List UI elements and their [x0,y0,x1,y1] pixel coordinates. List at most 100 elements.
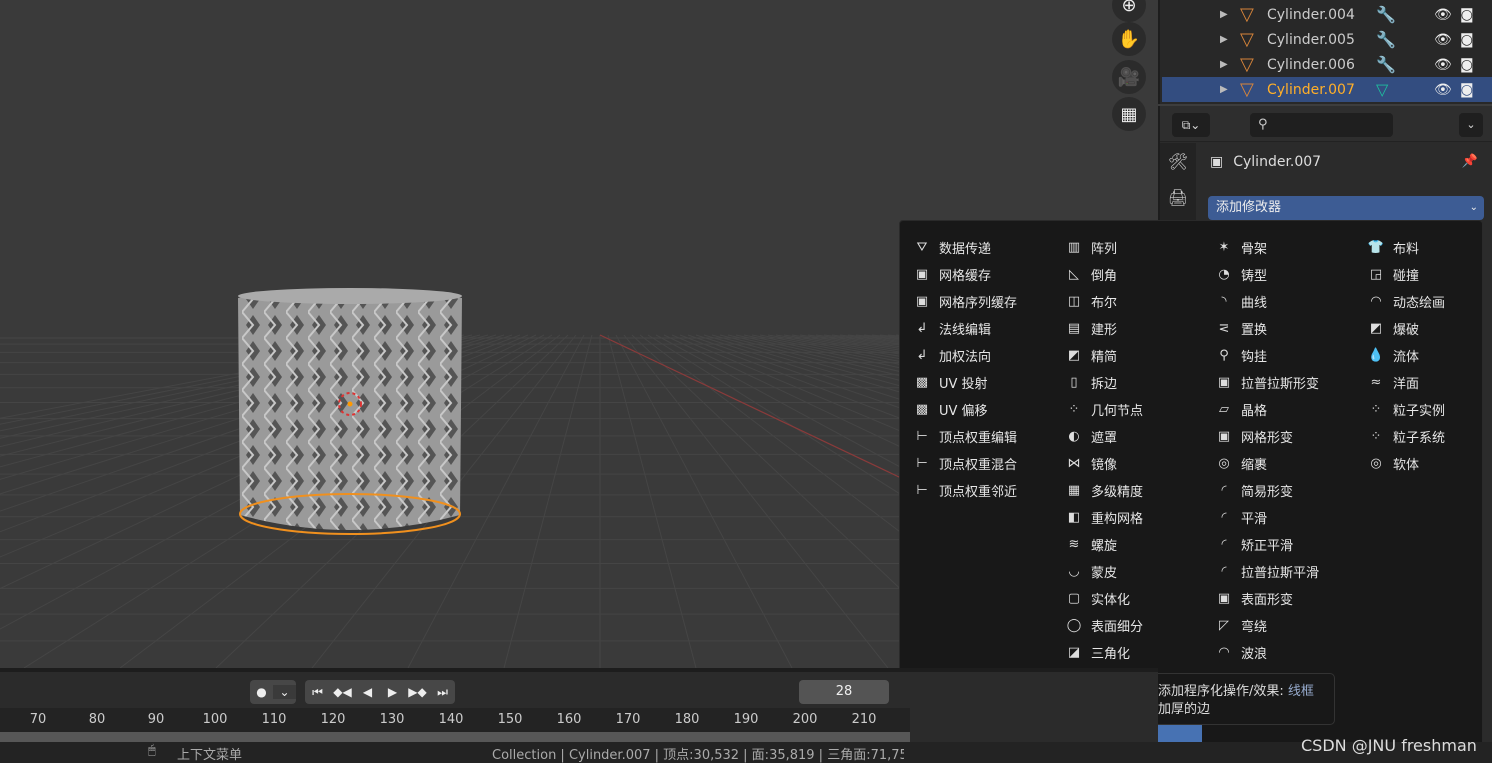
menu-item[interactable]: ▣ 网格序列缓存 [909,288,1017,315]
menu-item[interactable]: ⊢ 顶点权重邻近 [909,477,1017,504]
menu-item[interactable]: ▦ 多级精度 [1061,477,1202,504]
menu-item[interactable]: ◲ 碰撞 [1363,261,1445,288]
menu-item[interactable]: ⚲ 钩挂 [1211,342,1319,369]
menu-item[interactable]: ↲ 法线编辑 [909,315,1017,342]
menu-item[interactable]: ▣ 网格缓存 [909,261,1017,288]
modifier-icon: ◎ [1370,456,1382,471]
eye-icon[interactable]: 👁 [1434,57,1452,73]
menu-item[interactable]: ◔ 铸型 [1211,261,1319,288]
modifier-icon: ▦ [1067,483,1081,498]
menu-item[interactable]: ◜ 拉普拉斯平滑 [1211,558,1319,585]
menu-item[interactable]: ▩ UV 投射 [909,369,1017,396]
menu-item[interactable]: ◎ 软体 [1363,450,1445,477]
modifier-icon: ⋈ [1067,456,1081,471]
menu-item[interactable]: ◯ 表面细分 [1061,612,1202,639]
render-tab-icon[interactable]: 🖨 [1160,179,1196,215]
menu-item[interactable]: ▣ 拉普拉斯形变 [1211,369,1319,396]
prev-keyframe-icon[interactable]: ◆◀ [330,685,355,699]
menu-item[interactable]: ≈ 洋面 [1363,369,1445,396]
editor-type-button[interactable]: ⧉⌄ [1172,113,1210,137]
wrench-icon[interactable]: 🔧 [1376,30,1396,49]
menu-item[interactable]: ◜ 平滑 [1211,504,1319,531]
next-keyframe-icon[interactable]: ▶◆ [405,685,430,699]
menu-item[interactable]: ⛛ 数据传递 [909,234,1017,261]
menu-item[interactable]: ≋ 螺旋 [1061,531,1202,558]
menu-item[interactable]: ◡ 蒙皮 [1061,558,1202,585]
menu-item[interactable]: ▱ 晶格 [1211,396,1319,423]
menu-item[interactable]: ◧ 重构网格 [1061,504,1202,531]
menu-item[interactable]: ◺ 倒角 [1061,261,1202,288]
menu-item[interactable]: ◸ 弯绕 [1211,612,1319,639]
menu-item[interactable]: ◪ 三角化 [1061,639,1202,666]
menu-item[interactable]: ↲ 加权法向 [909,342,1017,369]
camera-render-icon[interactable]: ◙ [1460,82,1474,98]
grid-ortho-icon[interactable]: ▦ [1112,97,1146,131]
menu-item[interactable]: ◫ 布尔 [1061,288,1202,315]
modifier-icon: ⚲ [1219,348,1229,363]
status-hint: 上下文菜单 [177,748,243,763]
play-reverse-icon[interactable]: ◀ [355,685,380,699]
tool-tab-icon[interactable]: 🛠 [1160,143,1196,179]
menu-item[interactable]: ▥ 阵列 [1061,234,1202,261]
current-frame-field[interactable]: 28 [799,680,889,704]
camera-icon[interactable]: 🎥 [1112,60,1146,94]
jump-start-icon[interactable]: ⏮ [305,685,330,700]
menu-item[interactable]: ⋜ 置换 [1211,315,1319,342]
pin-icon[interactable]: 📌 [1462,154,1478,169]
status-bar: 🖱 上下文菜单 Collection | Cylinder.007 | 顶点:3… [0,742,1492,763]
outliner-row[interactable]: ▶ ▽ Cylinder.004 🔧 👁 ◙ [1162,2,1492,27]
menu-item[interactable]: ◩ 爆破 [1363,315,1445,342]
chevron-down-icon: ⌄ [1469,202,1478,213]
menu-item[interactable]: ⊢ 顶点权重混合 [909,450,1017,477]
menu-item[interactable]: ◜ 简易形变 [1211,477,1319,504]
menu-item[interactable]: ◝ 曲线 [1211,288,1319,315]
menu-item[interactable]: ⁘ 几何节点 [1061,396,1202,423]
wrench-icon[interactable]: 🔧 [1376,55,1396,74]
modifier-icon: ⊢ [916,483,928,498]
chevron-down-icon[interactable]: ⌄ [1459,113,1483,137]
menu-item[interactable]: ⁘ 粒子实例 [1363,396,1445,423]
menu-item[interactable]: ◠ 动态绘画 [1363,288,1445,315]
eye-icon[interactable]: 👁 [1434,82,1452,98]
jump-end-icon[interactable]: ⏭ [430,685,455,700]
mesh-data-icon[interactable]: ▽ [1376,80,1388,99]
menu-item[interactable]: 💧 流体 [1363,342,1445,369]
menu-item[interactable]: ▢ 实体化 [1061,585,1202,612]
menu-item[interactable]: ✶ 骨架 [1211,234,1319,261]
cylinder-object [238,288,462,535]
frame-tick-label: 170 [615,712,641,727]
outliner-row[interactable]: ▶ ▽ Cylinder.006 🔧 👁 ◙ [1162,52,1492,77]
camera-render-icon[interactable]: ◙ [1460,7,1474,23]
hand-pan-icon[interactable]: ✋ [1112,22,1146,56]
menu-item[interactable]: ◎ 缩裹 [1211,450,1319,477]
menu-item[interactable]: ▣ 表面形变 [1211,585,1319,612]
outliner-row-selected[interactable]: ▶ ▽ Cylinder.007 ▽ 👁 ◙ [1162,77,1492,102]
menu-item[interactable]: ◐ 遮罩 [1061,423,1202,450]
wrench-icon[interactable]: 🔧 [1376,5,1396,24]
frame-tick-label: 130 [379,712,405,727]
frame-tick-label: 110 [261,712,287,727]
menu-item[interactable]: ◠ 波浪 [1211,639,1319,666]
outliner-row[interactable]: ▶ ▽ Cylinder.005 🔧 👁 ◙ [1162,27,1492,52]
menu-item[interactable]: ◜ 矫正平滑 [1211,531,1319,558]
camera-render-icon[interactable]: ◙ [1460,32,1474,48]
timeline-ruler[interactable]: 70 80 90 100 110 120 130 140 150 160 170 180 190 200 2… [0,708,910,732]
eye-icon[interactable]: 👁 [1434,7,1452,23]
menu-item[interactable]: ▩ UV 偏移 [909,396,1017,423]
eye-icon[interactable]: 👁 [1434,32,1452,48]
menu-item[interactable]: ⊢ 顶点权重编辑 [909,423,1017,450]
search-input[interactable]: ⚲ [1250,113,1393,137]
frame-tick-label: 70 [29,712,47,727]
menu-item[interactable]: ⋈ 镜像 [1061,450,1202,477]
menu-item[interactable]: ▯ 拆边 [1061,369,1202,396]
keying-button[interactable]: ● ⌄ [250,680,296,704]
menu-item[interactable]: ◩ 精简 [1061,342,1202,369]
menu-item[interactable]: ▤ 建形 [1061,315,1202,342]
menu-item[interactable]: ▣ 网格形变 [1211,423,1319,450]
modifier-icon: ◡ [1068,564,1080,579]
menu-item[interactable]: ⁘ 粒子系统 [1363,423,1445,450]
camera-render-icon[interactable]: ◙ [1460,57,1474,73]
play-icon[interactable]: ▶ [380,685,405,699]
menu-item[interactable]: 👕 布料 [1363,234,1445,261]
add-modifier-dropdown[interactable]: 添加修改器 ⌄ [1208,196,1484,220]
